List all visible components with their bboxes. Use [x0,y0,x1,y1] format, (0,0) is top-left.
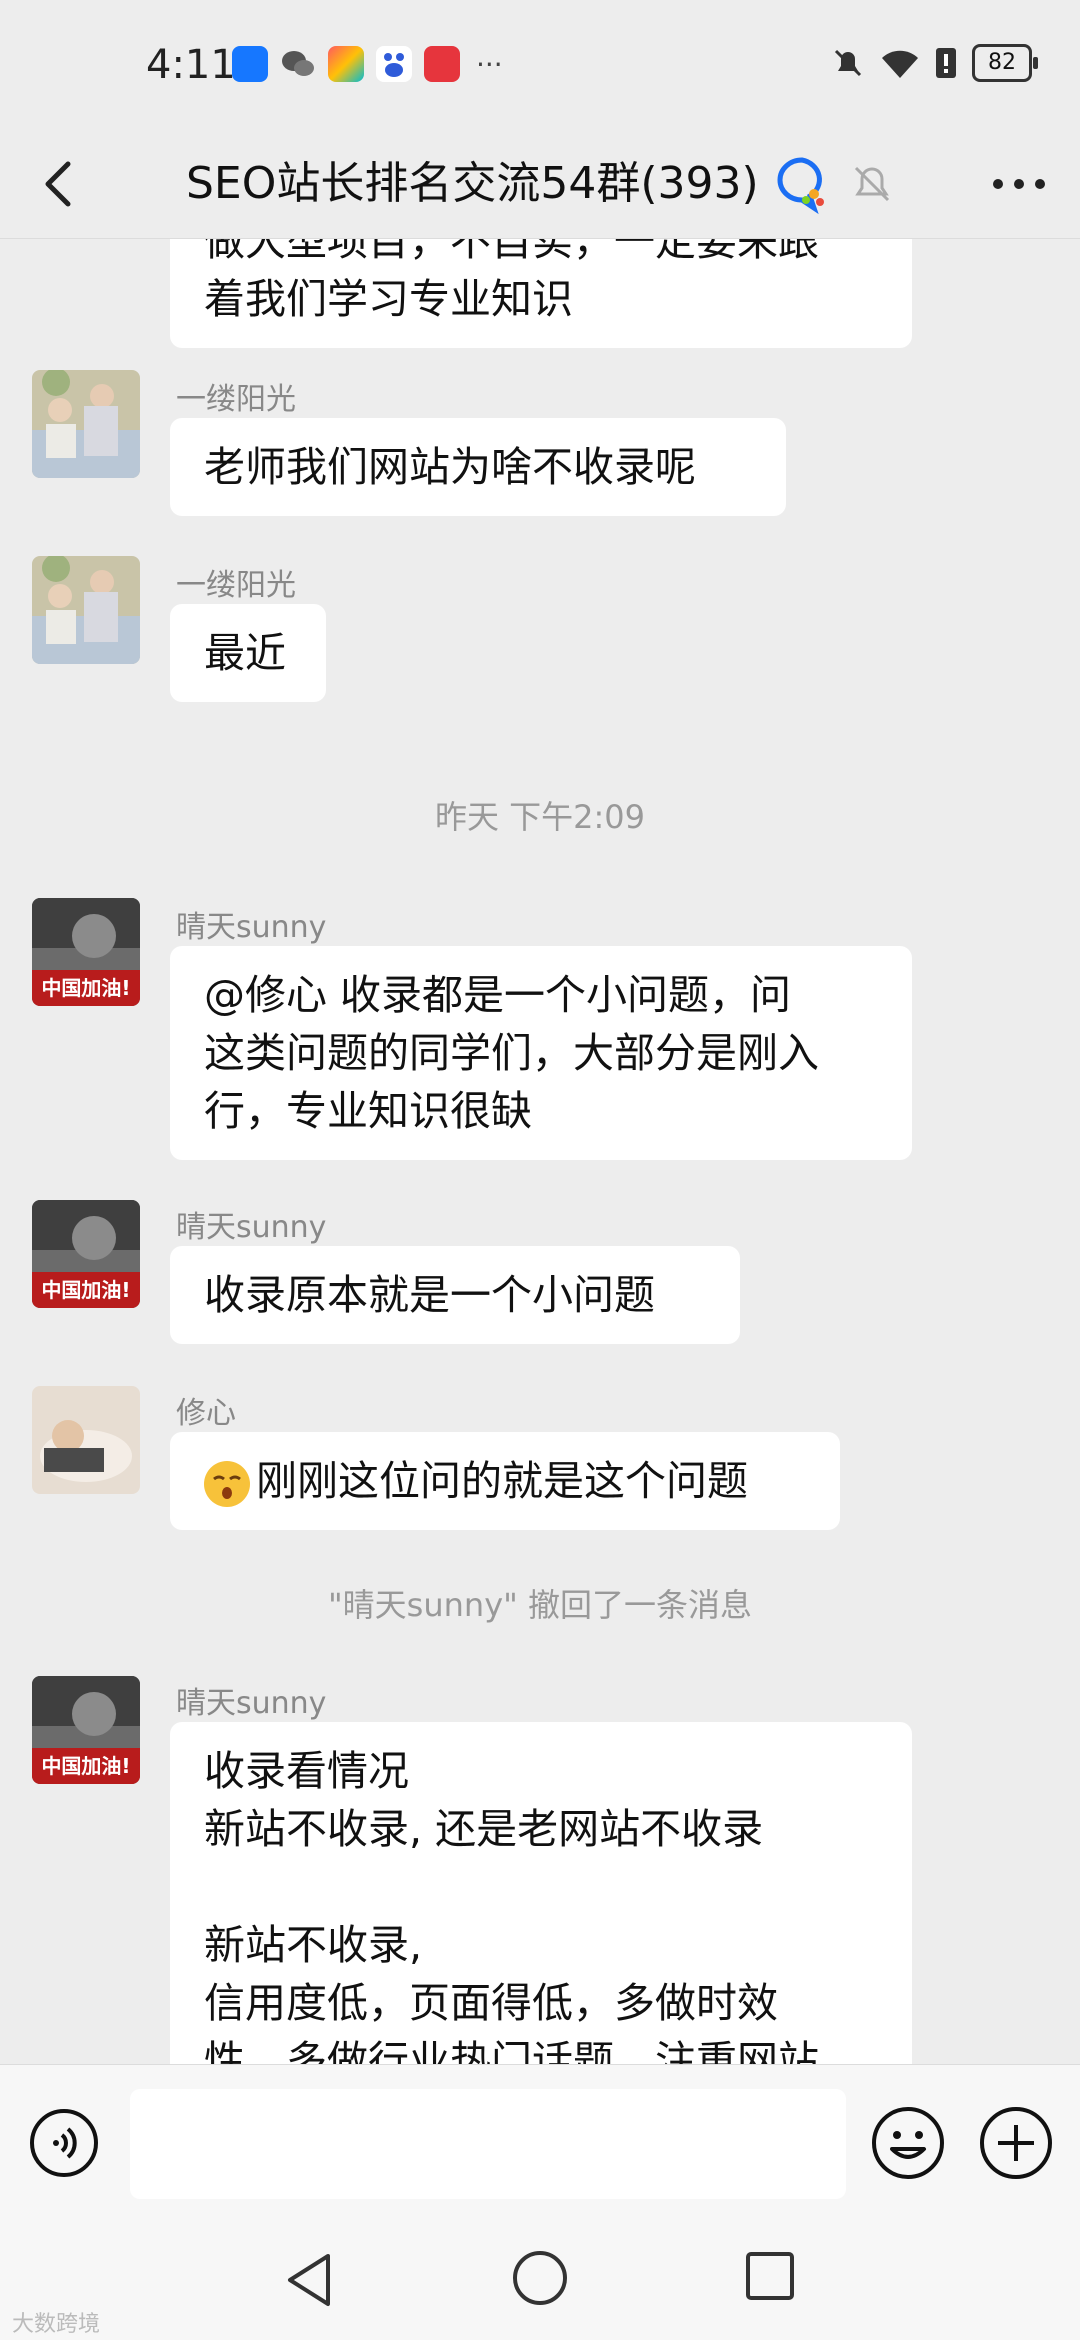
message-bubble[interactable]: 做大型项目，不自实，一定要来跟 着我们学习专业知识 [170,238,912,348]
avatar-badge-text: 中国加油! [41,976,131,1000]
wechat-icon [280,46,316,82]
system-home-icon[interactable] [510,2248,570,2308]
avatar[interactable] [32,1386,140,1494]
message-line: 行，专业知识很缺 [204,1087,532,1135]
message-bubble[interactable]: 收录看情况 新站不收录, 还是老网站不收录 新站不收录, 信用度低，页面得低，多… [170,1722,912,2064]
message-text: 收录原本就是一个小问题 [204,1271,655,1319]
back-arrow-icon[interactable] [30,150,90,218]
message-list[interactable]: 做大型项目，不自实，一定要来跟 着我们学习专业知识 一缕阳光 老师我们网站为啥不… [0,238,1080,2064]
recall-notice: "晴天sunny" 撤回了一条消息 [327,1586,753,1624]
emoji-icon[interactable] [870,2105,946,2181]
message-text: 最近 [204,629,286,677]
message-text: 刚刚这位问的就是这个问题 [256,1457,748,1505]
avatar[interactable] [32,370,140,478]
message-bubble[interactable]: 收录原本就是一个小问题 [170,1246,740,1344]
mute-bell-icon [854,166,890,202]
message-line: @修心 收录都是一个小问题，问 [204,971,792,1019]
more-notifications-icon: ··· [476,47,503,81]
sender-name: 晴天sunny [176,1210,327,1245]
message-text: 老师我们网站为啥不收录呢 [204,443,696,491]
more-options-icon[interactable] [984,152,1054,216]
message-bubble[interactable]: 老师我们网站为啥不收录呢 [170,418,786,516]
message-line: 这类问题的同学们，大部分是刚入 [204,1029,819,1077]
more-functions-plus-icon[interactable] [978,2105,1054,2181]
system-recent-apps-icon[interactable] [744,2250,796,2302]
system-status-icons: 82 [830,44,1038,82]
sleeping-emoji-icon [202,1459,252,1509]
watermark-text: 大数跨境 [12,2312,101,2337]
avatar-badge-text: 中国加油! [41,1754,131,1778]
status-time: 4:11 [146,42,236,88]
message-line: 性，多做行业热门话题，注重网站 [204,2037,819,2064]
avatar[interactable]: 中国加油! [32,1676,140,1784]
sender-name: 晴天sunny [176,1686,327,1721]
sender-name: 一缕阳光 [176,568,296,603]
avatar[interactable]: 中国加油! [32,1200,140,1308]
message-line: 新站不收录, [204,1921,423,1969]
wifi-icon [882,50,918,78]
message-bubble[interactable]: 刚刚这位问的就是这个问题 [170,1432,840,1530]
message-line: 做大型项目，不自实，一定要来跟 [204,238,819,265]
sender-name: 修心 [176,1396,236,1431]
sender-name: 一缕阳光 [176,382,296,417]
sender-name: 晴天sunny [176,910,327,945]
status-bar: 4:11 ··· 82 [0,0,1080,130]
avatar-badge-text: 中国加油! [41,1278,131,1302]
huawei-app-icon [424,46,460,82]
group-title: SEO站长排名交流54群(393) [186,158,759,209]
notification-icons: ··· [232,46,503,82]
voice-input-icon[interactable] [28,2107,100,2179]
colorful-app-icon [328,46,364,82]
bulb-app-icon [232,46,268,82]
enterprise-group-icon [777,157,824,215]
message-bubble[interactable]: @修心 收录都是一个小问题，问 这类问题的同学们，大部分是刚入 行，专业知识很缺 [170,946,912,1160]
system-back-icon[interactable] [282,2250,338,2310]
avatar[interactable]: 中国加油! [32,898,140,1006]
timestamp: 昨天 下午2:09 [434,798,646,836]
message-line [204,1858,878,1916]
sim-alert-icon [936,48,956,78]
mute-bell-icon [834,49,862,77]
message-line: 信用度低，页面得低，多做时效 [204,1979,778,2027]
message-line: 着我们学习专业知识 [204,275,573,323]
message-line: 收录看情况 [204,1747,409,1795]
baidu-icon [376,46,412,82]
input-bar [0,2064,1080,2221]
message-bubble[interactable]: 最近 [170,604,326,702]
message-line: 新站不收录, 还是老网站不收录 [204,1805,764,1853]
system-navigation-bar: 大数跨境 [0,2220,1080,2340]
avatar[interactable] [32,556,140,664]
battery-indicator: 82 [972,44,1038,82]
message-input[interactable] [130,2089,846,2199]
chat-header: SEO站长排名交流54群(393) [0,130,1080,239]
